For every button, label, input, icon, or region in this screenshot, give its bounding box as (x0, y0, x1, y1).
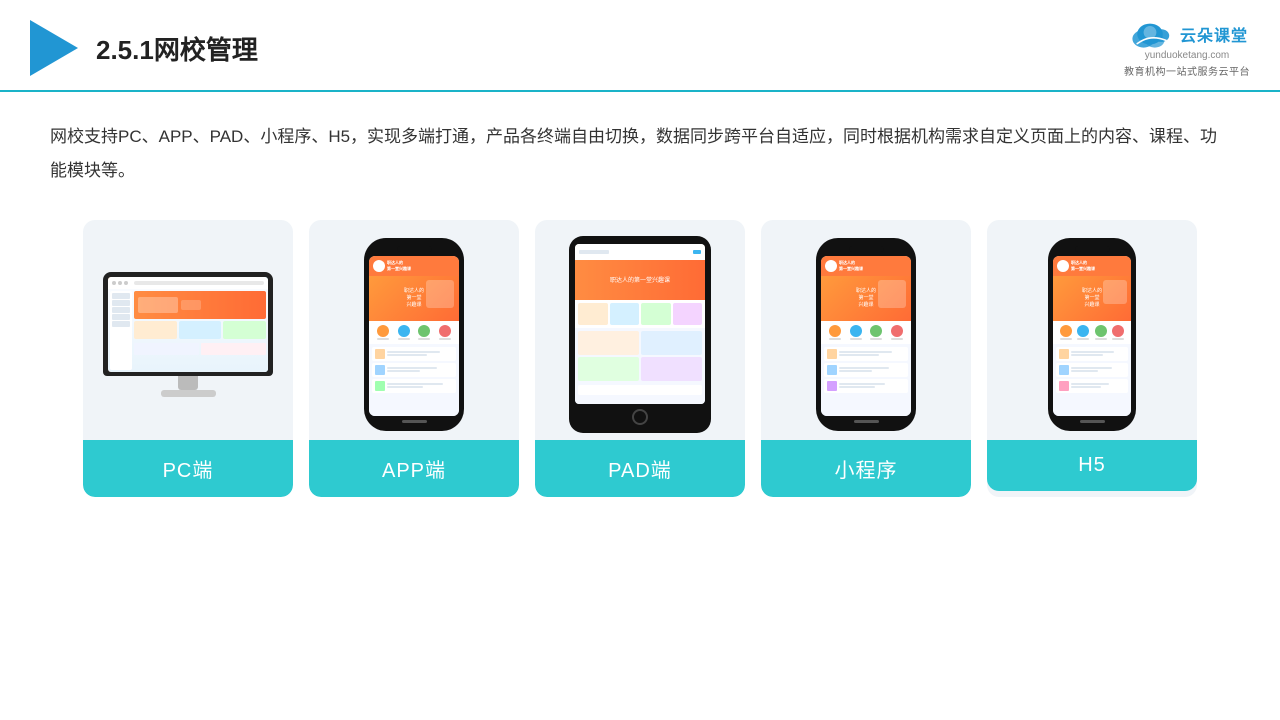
pc-image-area (83, 220, 293, 440)
h5-image-area: 职达人的第一堂兴趣课 职达人的第一堂兴趣课 (987, 220, 1197, 440)
page-title-text: 2.5.1网校管理 (96, 35, 258, 65)
pc-monitor-icon (103, 272, 273, 397)
pc-card: PC端 (83, 220, 293, 497)
cloud-logo-icon (1126, 18, 1174, 50)
page-header: 2.5.1网校管理 云朵课堂 yunduoketang.com 教育机构一站式服… (0, 0, 1280, 92)
pad-image-area: 职达人的第一堂兴趣课 (535, 220, 745, 440)
h5-phone-icon: 职达人的第一堂兴趣课 职达人的第一堂兴趣课 (1048, 238, 1136, 431)
logo-url-text: yunduoketang.com (1145, 50, 1230, 61)
app-card-label: APP端 (309, 440, 519, 497)
description-text: 网校支持PC、APP、PAD、小程序、H5，实现多端打通，产品各终端自由切换，数… (50, 120, 1230, 188)
mini-phone-icon: 职达人的第一堂兴趣课 职达人的第一堂兴趣课 (816, 238, 916, 431)
mini-card: 职达人的第一堂兴趣课 职达人的第一堂兴趣课 (761, 220, 971, 497)
device-cards-row: PC端 职达人的第一堂兴趣课 (50, 220, 1230, 497)
logo-cn-text: 云朵课堂 (1180, 22, 1248, 46)
h5-card-label: H5 (987, 440, 1197, 491)
h5-card: 职达人的第一堂兴趣课 职达人的第一堂兴趣课 (987, 220, 1197, 497)
header-left: 2.5.1网校管理 (30, 20, 258, 76)
mini-image-area: 职达人的第一堂兴趣课 职达人的第一堂兴趣课 (761, 220, 971, 440)
triangle-logo-icon (30, 20, 78, 76)
main-content: 网校支持PC、APP、PAD、小程序、H5，实现多端打通，产品各终端自由切换，数… (0, 92, 1280, 517)
brand-logo-area: 云朵课堂 yunduoketang.com 教育机构一站式服务云平台 (1124, 18, 1250, 78)
pad-card-label: PAD端 (535, 440, 745, 497)
logo-subtitle: 教育机构一站式服务云平台 (1124, 63, 1250, 78)
pad-tablet-icon: 职达人的第一堂兴趣课 (569, 236, 711, 433)
pad-card: 职达人的第一堂兴趣课 (535, 220, 745, 497)
app-card: 职达人的第一堂兴趣课 职达人的第一堂兴趣课 (309, 220, 519, 497)
app-image-area: 职达人的第一堂兴趣课 职达人的第一堂兴趣课 (309, 220, 519, 440)
app-phone-icon: 职达人的第一堂兴趣课 职达人的第一堂兴趣课 (364, 238, 464, 431)
pc-card-label: PC端 (83, 440, 293, 497)
page-title: 2.5.1网校管理 (96, 30, 258, 67)
cloud-logo: 云朵课堂 (1126, 18, 1248, 50)
mini-card-label: 小程序 (761, 440, 971, 497)
